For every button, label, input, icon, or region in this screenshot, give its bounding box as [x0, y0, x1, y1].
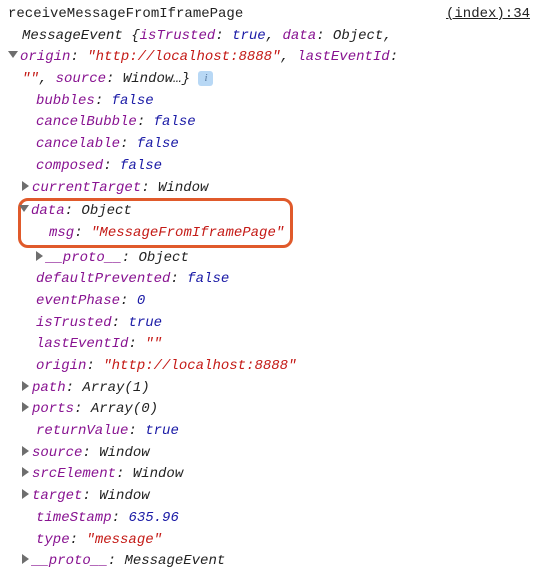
- prop-data[interactable]: data: Object: [19, 201, 284, 223]
- caret-right-icon[interactable]: [22, 467, 29, 477]
- prop-bubbles[interactable]: bubbles: false: [8, 91, 530, 113]
- prop-defaultPrevented[interactable]: defaultPrevented: false: [8, 269, 530, 291]
- prop-lastEventId[interactable]: lastEventId: "": [8, 334, 530, 356]
- prop-currentTarget[interactable]: currentTarget: Window: [8, 178, 530, 200]
- prop-isTrusted[interactable]: isTrusted: true: [8, 313, 530, 335]
- prop-target[interactable]: target: Window: [8, 486, 530, 508]
- source-link[interactable]: (index):34: [446, 4, 530, 26]
- prop-timeStamp[interactable]: timeStamp: 635.96: [8, 508, 530, 530]
- prop-srcElement[interactable]: srcElement: Window: [8, 464, 530, 486]
- prop-composed[interactable]: composed: false: [8, 156, 530, 178]
- info-icon[interactable]: i: [198, 71, 213, 86]
- caret-right-icon[interactable]: [22, 181, 29, 191]
- prop-data-proto[interactable]: __proto__: Object: [8, 248, 530, 270]
- object-summary-line3: "", source: Window…} i: [8, 69, 530, 91]
- object-summary[interactable]: MessageEvent {isTrusted: true, data: Obj…: [8, 26, 530, 48]
- caret-right-icon[interactable]: [22, 554, 29, 564]
- prop-source[interactable]: source: Window: [8, 443, 530, 465]
- prop-proto[interactable]: __proto__: MessageEvent: [8, 551, 530, 573]
- caret-right-icon[interactable]: [36, 251, 43, 261]
- log-header: receiveMessageFromIframePage (index):34: [8, 4, 530, 26]
- caret-down-icon[interactable]: [19, 205, 29, 212]
- prop-returnValue[interactable]: returnValue: true: [8, 421, 530, 443]
- prop-data-msg[interactable]: msg: "MessageFromIframePage": [35, 223, 284, 245]
- prop-cancelable[interactable]: cancelable: false: [8, 134, 530, 156]
- object-summary-line2: origin: "http://localhost:8888", lastEve…: [8, 47, 530, 69]
- prop-ports[interactable]: ports: Array(0): [8, 399, 530, 421]
- prop-path[interactable]: path: Array(1): [8, 378, 530, 400]
- function-name: receiveMessageFromIframePage: [8, 4, 243, 26]
- prop-type[interactable]: type: "message": [8, 530, 530, 552]
- caret-right-icon[interactable]: [22, 402, 29, 412]
- highlight-box: data: Object msg: "MessageFromIframePage…: [18, 198, 293, 247]
- caret-right-icon[interactable]: [22, 381, 29, 391]
- caret-down-icon[interactable]: [8, 51, 18, 58]
- prop-eventPhase[interactable]: eventPhase: 0: [8, 291, 530, 313]
- prop-origin[interactable]: origin: "http://localhost:8888": [8, 356, 530, 378]
- caret-right-icon[interactable]: [22, 446, 29, 456]
- caret-right-icon[interactable]: [22, 489, 29, 499]
- prop-cancelBubble[interactable]: cancelBubble: false: [8, 112, 530, 134]
